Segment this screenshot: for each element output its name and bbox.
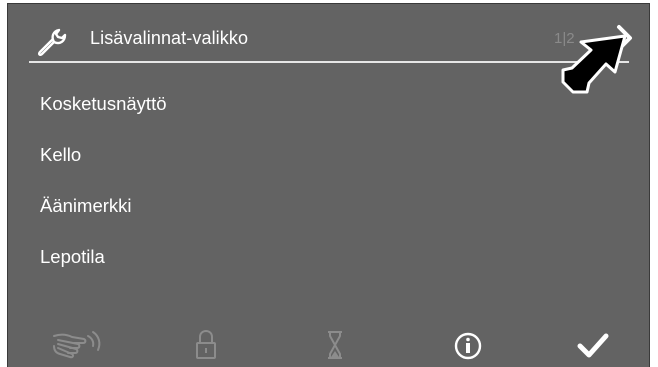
page-title: Lisävalinnat-valikko: [90, 28, 249, 48]
info-icon[interactable]: [453, 328, 483, 362]
hand-wave-icon[interactable]: [50, 328, 104, 362]
hourglass-icon[interactable]: [326, 328, 344, 362]
header-bar: Lisävalinnat-valikko 1|2: [8, 4, 649, 66]
menu-item-beep[interactable]: Äänimerkki: [40, 195, 132, 217]
menu-item-sleep-mode[interactable]: Lepotila: [40, 246, 105, 268]
lock-icon[interactable]: [194, 328, 218, 362]
header-divider: [29, 61, 629, 63]
checkmark-icon[interactable]: [577, 328, 609, 362]
settings-screen: Lisävalinnat-valikko 1|2 Kosketusnäyttö …: [7, 3, 650, 367]
hand-pointer-icon: [561, 34, 627, 94]
menu-item-touchscreen[interactable]: Kosketusnäyttö: [40, 93, 167, 115]
menu-item-clock[interactable]: Kello: [40, 144, 81, 166]
wrench-icon: [37, 28, 67, 57]
